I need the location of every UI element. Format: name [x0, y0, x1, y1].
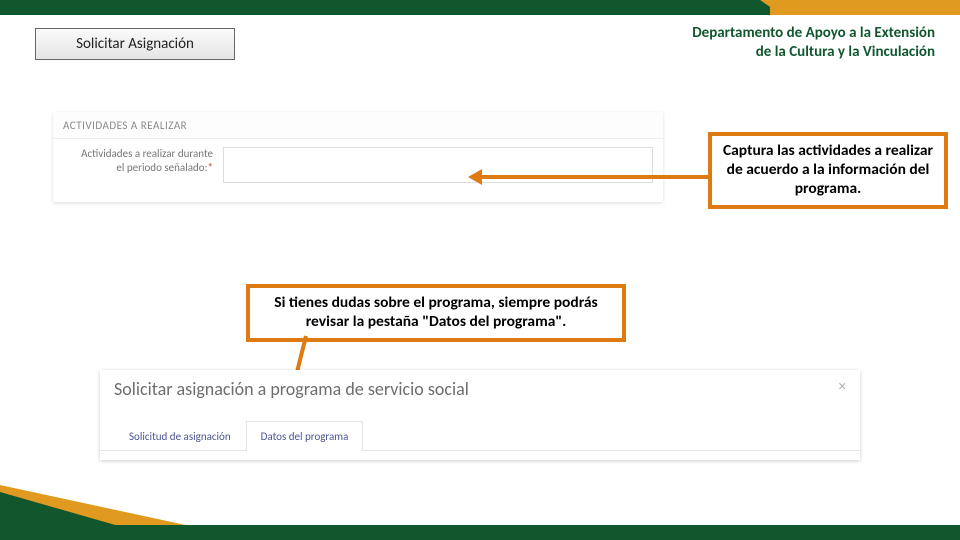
activities-row: Actividades a realizar durante el period…	[53, 139, 663, 191]
callout-middle: Si tienes dudas sobre el programa, siemp…	[246, 284, 626, 342]
callout-middle-text: Si tienes dudas sobre el programa, siemp…	[274, 293, 597, 331]
top-bar-wedge	[760, 0, 782, 15]
activities-section-title: ACTIVIDADES A REALIZAR	[53, 112, 663, 139]
modal-tabs: Solicitud de asignación Datos del progra…	[100, 420, 860, 451]
activities-field-label: Actividades a realizar durante el period…	[63, 147, 213, 175]
activities-field-label-l2: el periodo señalado:	[116, 161, 207, 174]
tab-datos-programa[interactable]: Datos del programa	[246, 421, 364, 451]
tab-solicitud-asignacion[interactable]: Solicitud de asignación	[114, 421, 246, 451]
department-line1: Departamento de Apoyo a la Extensión	[692, 24, 935, 43]
header: Solicitar Asignación Departamento de Apo…	[0, 18, 960, 68]
required-mark: *	[208, 161, 213, 174]
modal-title: Solicitar asignación a programa de servi…	[100, 370, 860, 400]
activities-field-label-l1: Actividades a realizar durante	[81, 147, 213, 160]
tab-label: Solicitud de asignación	[129, 430, 231, 443]
bottom-bar	[0, 525, 960, 540]
activities-panel: ACTIVIDADES A REALIZAR Actividades a rea…	[53, 112, 663, 202]
callout-right: Captura las actividades a realizar de ac…	[708, 132, 948, 209]
solicitar-asignacion-button[interactable]: Solicitar Asignación	[35, 28, 235, 60]
modal-panel: Solicitar asignación a programa de servi…	[100, 370, 860, 460]
department-title: Departamento de Apoyo a la Extensión de …	[692, 24, 935, 62]
callout-right-text: Captura las actividades a realizar de ac…	[723, 141, 933, 198]
top-bar	[0, 0, 960, 15]
department-line2: de la Cultura y la Vinculación	[692, 43, 935, 62]
solicitar-asignacion-label: Solicitar Asignación	[76, 35, 194, 53]
close-icon[interactable]: ×	[839, 378, 846, 396]
tab-label: Datos del programa	[261, 430, 349, 443]
arrow-right-icon	[480, 175, 708, 179]
